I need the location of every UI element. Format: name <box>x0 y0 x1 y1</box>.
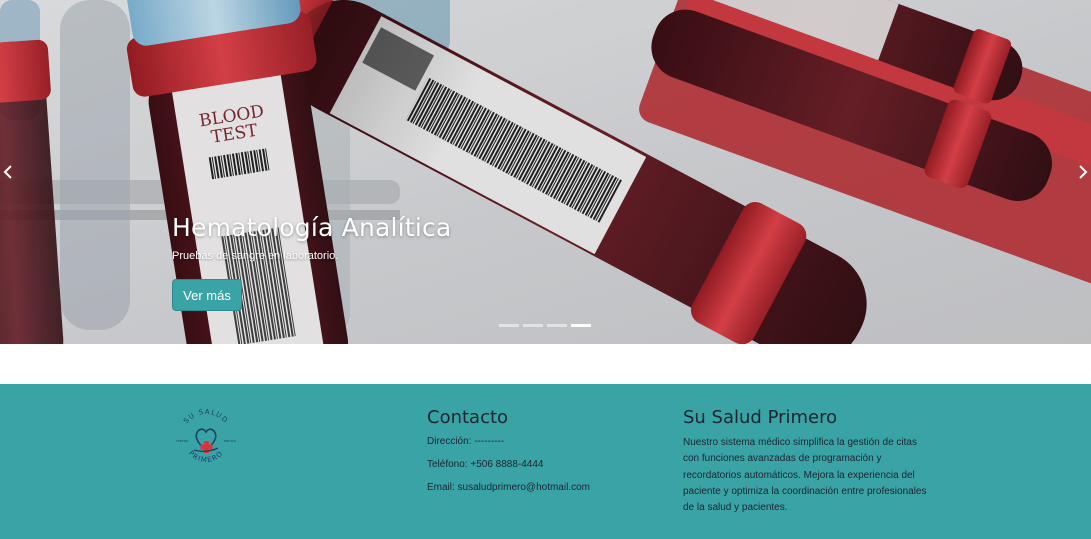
carousel-indicator-1[interactable] <box>499 324 519 327</box>
carousel-indicator-4[interactable] <box>571 324 591 327</box>
about-section: Su Salud Primero Nuestro sistema médico … <box>683 407 928 516</box>
about-text: Nuestro sistema médico simplifica la ges… <box>683 437 927 514</box>
svg-text:SU SALUD: SU SALUD <box>182 408 230 425</box>
blood-test-tubes-image: BLOOD TEST <box>0 0 1091 344</box>
chevron-left-icon <box>3 165 12 179</box>
chevron-right-icon <box>1079 165 1088 179</box>
about-heading: Su Salud Primero <box>683 407 838 428</box>
carousel-next-button[interactable] <box>1075 160 1091 184</box>
contact-email: Email: susaludprimero@hotmail.com <box>427 482 590 493</box>
carousel-indicator-3[interactable] <box>547 324 567 327</box>
contact-heading: Contacto <box>427 407 509 428</box>
contact-address: Dirección: --------- <box>427 436 505 447</box>
svg-text:MÉDICO: MÉDICO <box>224 438 237 443</box>
slide-caption: Hematología Analítica Pruebas de sangre … <box>172 213 451 262</box>
slide-subtitle: Pruebas de sangre en laboratorio. <box>172 250 339 262</box>
carousel-indicator-2[interactable] <box>523 324 543 327</box>
ver-mas-button[interactable]: Ver más <box>172 279 242 311</box>
contact-phone: Teléfono: +506 8888-4444 <box>427 459 544 470</box>
hero-carousel: BLOOD TEST Hematología Analítica Pruebas… <box>0 0 1091 344</box>
svg-text:CENTRO: CENTRO <box>176 439 189 443</box>
su-salud-primero-logo: SU SALUD PRIMERO CENTRO MÉDICO <box>176 408 237 464</box>
contact-section: Contacto Dirección: --------- Teléfono: … <box>427 407 590 493</box>
carousel-indicators <box>499 324 591 327</box>
carousel-prev-button[interactable] <box>0 160 16 184</box>
slide-title: Hematología Analítica <box>172 213 452 242</box>
